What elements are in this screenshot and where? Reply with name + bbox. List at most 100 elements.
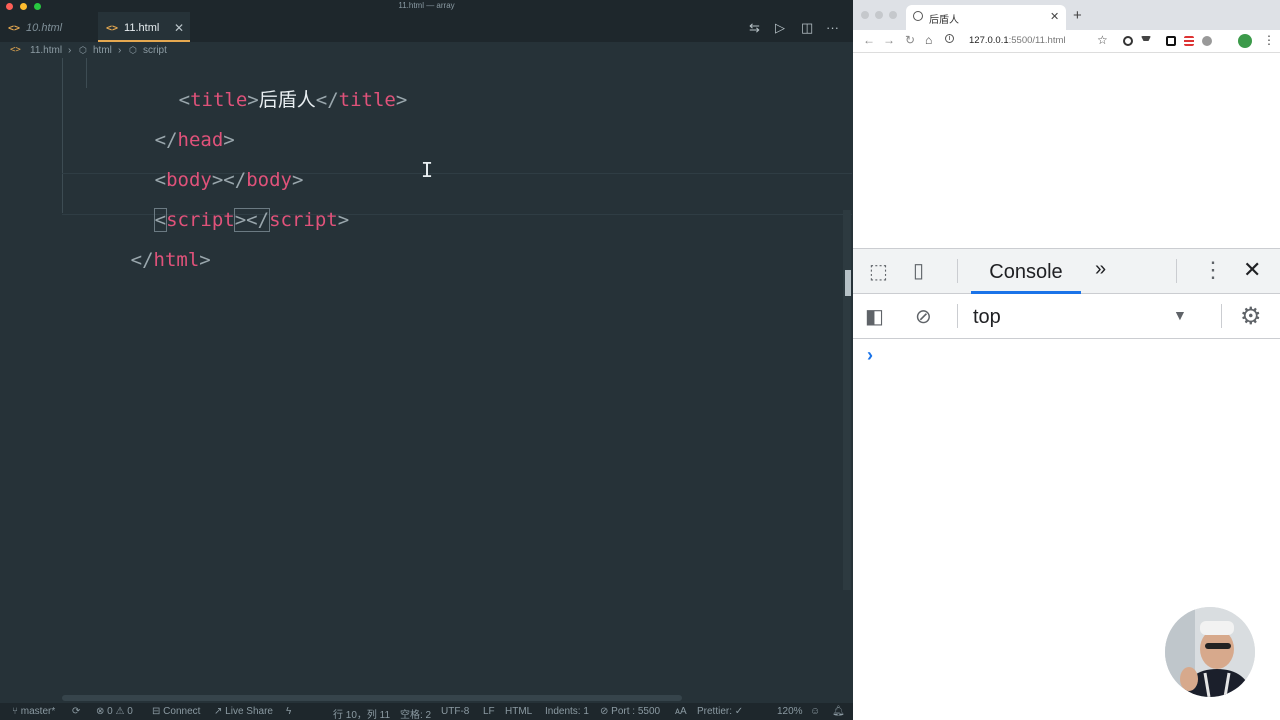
branch-status[interactable]: ⑂ master* — [12, 706, 55, 717]
tab-label: 11.html — [124, 22, 160, 34]
breadcrumb-file[interactable]: 11.html — [30, 45, 62, 56]
broadcast-icon: ⊘ — [600, 706, 612, 717]
spaces-setting[interactable]: 空格: 2 — [400, 706, 431, 720]
status-bar: ⑂ master* ⟳ ⊗ 0 ⚠ 0 ⊟ Connect ↗ Live Sha… — [0, 703, 853, 720]
run-icon[interactable]: ▷ — [775, 20, 785, 36]
browser-tab[interactable]: 后盾人 ✕ — [906, 5, 1066, 30]
tab-11-html[interactable]: <> 11.html ✕ — [98, 12, 190, 42]
element-icon: ⬡ — [79, 45, 87, 55]
notes-extension-icon[interactable] — [1184, 36, 1194, 46]
inspect-element-icon[interactable]: ⬚ — [869, 259, 888, 284]
profile-avatar[interactable] — [1238, 34, 1252, 48]
context-selector[interactable]: top — [973, 306, 1001, 329]
code-editor[interactable]: 11.html — array <> 10.html <> 11.html ✕ ⇆ … — [0, 0, 853, 720]
divider — [1221, 304, 1222, 328]
more-tabs-icon[interactable]: » — [1095, 258, 1106, 281]
title-bar: 11.html — array — [0, 0, 853, 12]
devtools-main-toolbar: ⬚ ▯ Console » ⋮ ✕ — [853, 249, 1280, 294]
eol-setting[interactable]: LF — [483, 706, 495, 717]
code-area[interactable]: <title>后盾人</title> </head> <body></body>… — [0, 58, 853, 688]
new-tab-icon[interactable]: + — [1073, 7, 1082, 24]
close-tab-icon[interactable]: ✕ — [1050, 10, 1059, 23]
font-size-icon[interactable]: ᴀA — [675, 706, 687, 717]
problems-status[interactable]: ⊗ 0 ⚠ 0 — [96, 706, 133, 717]
tab-bar: <> 10.html <> 11.html ✕ ⇆ ▷ ◫ ··· — [0, 12, 853, 42]
share-icon: ↗ — [214, 706, 226, 717]
zoom-level[interactable]: 120% — [777, 706, 803, 717]
webcam-overlay — [1165, 607, 1255, 697]
cursor-position[interactable]: 行 10，列 11 — [333, 706, 390, 720]
scrollbar-thumb[interactable] — [845, 270, 851, 296]
indent-guide — [86, 58, 87, 88]
tab-10-html[interactable]: <> 10.html — [8, 12, 98, 42]
back-icon[interactable]: ← — [863, 33, 875, 47]
live-server-port[interactable]: ⊘ Port : 5500 — [600, 706, 660, 717]
console-prompt-icon[interactable]: › — [867, 345, 873, 366]
more-actions-icon[interactable]: ··· — [826, 20, 839, 35]
code-line-title: <title>后盾人</title> — [178, 89, 408, 111]
browser-toolbar: ← → ↻ ⌂ i 127.0.0.1:5500/11.html ☆ ⋮ — [853, 30, 1280, 53]
connect-status[interactable]: ⊟ Connect — [152, 706, 200, 717]
source-control-compare-icon[interactable]: ⇆ — [749, 20, 760, 36]
lightning-icon[interactable]: ϟ — [286, 706, 291, 717]
code-line-body: <body></body> — [154, 169, 304, 191]
forward-icon[interactable]: → — [883, 33, 895, 47]
vertical-scrollbar[interactable] — [843, 210, 851, 590]
divider — [1176, 259, 1177, 283]
notifications-bell-icon[interactable]: 🔔︎ — [832, 706, 845, 717]
indents-setting[interactable]: Indents: 1 — [545, 706, 589, 717]
address-bar[interactable]: i 127.0.0.1:5500/11.html — [945, 33, 1115, 49]
console-settings-gear-icon[interactable]: ⚙ — [1240, 302, 1262, 331]
filter-extension-icon[interactable] — [1141, 36, 1151, 46]
tab-console[interactable]: Console — [971, 259, 1081, 294]
language-mode[interactable]: HTML — [505, 706, 532, 717]
html-file-icon: <> — [10, 45, 21, 55]
maximize-window-button[interactable] — [889, 11, 897, 19]
bookmark-star-icon[interactable]: ☆ — [1097, 33, 1108, 47]
sync-extension-icon[interactable] — [1202, 36, 1212, 46]
devtools-menu-icon[interactable]: ⋮ — [1202, 257, 1224, 283]
element-icon: ⬡ — [129, 45, 137, 55]
git-branch-icon: ⑂ — [12, 706, 21, 717]
prettier-status[interactable]: Prettier: ✓ — [697, 706, 743, 717]
browser-menu-icon[interactable]: ⋮ — [1263, 33, 1275, 47]
extension-icon[interactable] — [1123, 36, 1133, 46]
reload-icon[interactable]: ↻ — [905, 33, 915, 47]
chevron-right-icon: › — [118, 45, 122, 56]
dropdown-arrow-icon[interactable]: ▼ — [1173, 307, 1187, 323]
home-icon[interactable]: ⌂ — [925, 33, 932, 47]
close-devtools-icon[interactable]: ✕ — [1243, 257, 1261, 283]
close-tab-icon[interactable]: ✕ — [174, 12, 184, 44]
browser-tab-title: 后盾人 — [929, 15, 959, 26]
sync-icon[interactable]: ⟳ — [72, 706, 80, 717]
html-file-icon: <> — [106, 23, 119, 34]
code-line-script: <script></script> — [153, 208, 350, 232]
split-editor-icon[interactable]: ◫ — [801, 20, 813, 36]
code-line-head-close: </head> — [154, 129, 235, 151]
feedback-icon[interactable]: ☺ — [810, 706, 820, 717]
browser-tab-strip: 后盾人 ✕ + — [853, 0, 1280, 30]
url-text: 127.0.0.1:5500/11.html — [969, 35, 1066, 46]
html-file-icon: <> — [8, 23, 21, 34]
live-share-status[interactable]: ↗ Live Share — [214, 706, 273, 717]
sidebar-toggle-icon[interactable]: ◧ — [865, 304, 884, 329]
breadcrumb-script[interactable]: script — [143, 45, 167, 56]
presenter-image — [1165, 607, 1255, 697]
console-toolbar: ◧ ⊘ — [853, 294, 1280, 339]
tab-label: 10.html — [26, 22, 63, 34]
info-icon[interactable]: i — [945, 34, 954, 43]
screenshot-extension-icon[interactable] — [1166, 36, 1176, 46]
chevron-right-icon: › — [68, 45, 72, 56]
page-viewport[interactable] — [853, 53, 1280, 248]
close-window-button[interactable] — [861, 11, 869, 19]
horizontal-scrollbar[interactable] — [62, 695, 682, 701]
clear-console-icon[interactable]: ⊘ — [915, 304, 932, 329]
window-title: 11.html — array — [398, 1, 455, 10]
code-line-html-close: </html> — [130, 249, 211, 271]
breadcrumb-html[interactable]: html — [93, 45, 112, 56]
device-toggle-icon[interactable]: ▯ — [913, 258, 924, 283]
text-cursor-icon: I — [421, 158, 434, 182]
encoding-setting[interactable]: UTF-8 — [441, 706, 469, 717]
minimize-window-button[interactable] — [875, 11, 883, 19]
divider — [957, 304, 958, 328]
